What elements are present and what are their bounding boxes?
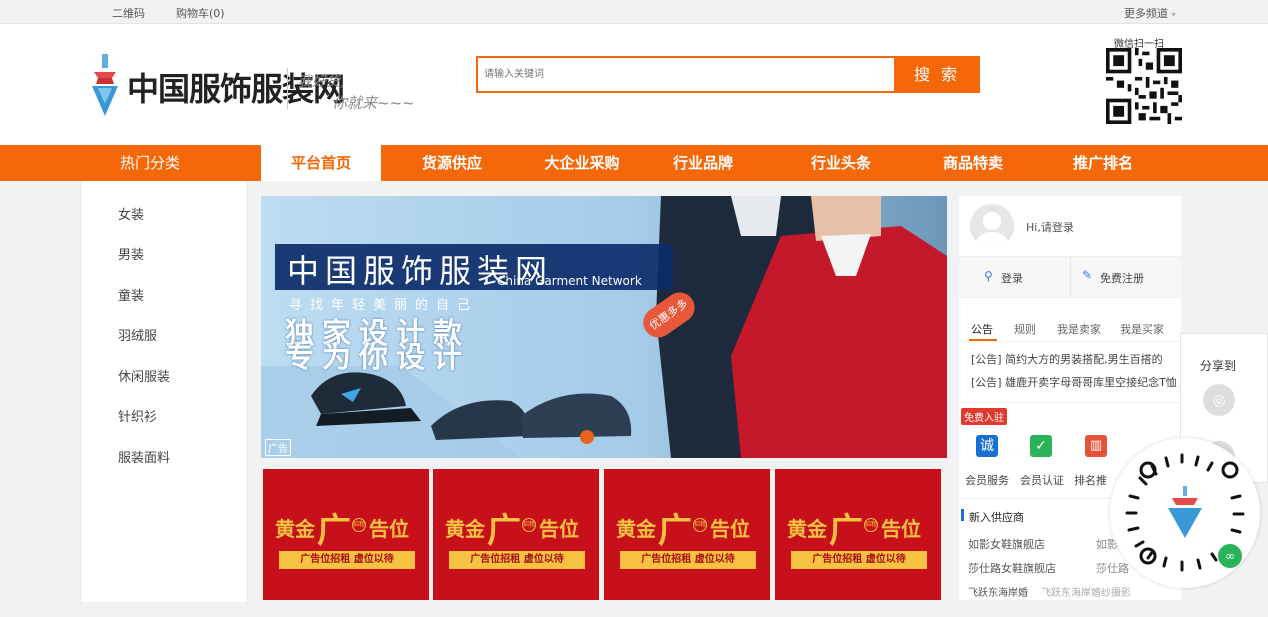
ad-slot[interactable]: 黄金 广 招租 告位 广告位招租 虚位以待	[263, 469, 429, 600]
ad-title-left: 黄金	[445, 517, 485, 541]
nav-industry-brand[interactable]: 行业品牌	[651, 145, 755, 181]
notice-item[interactable]: [公告] 简约大方的男装搭配,男生百搭的	[971, 351, 1177, 367]
main-nav: 热门分类 平台首页 货源供应 大企业采购 行业品牌 行业头条 商品特卖 推广排名	[0, 145, 1268, 181]
hot-category[interactable]: 热门分类	[82, 145, 218, 181]
category-item[interactable]: 服装面料	[118, 447, 170, 466]
ad-title-left: 黄金	[616, 517, 656, 541]
banner-promo-2: 专为你设计	[285, 340, 471, 374]
chevron-down-icon: ▾	[1171, 10, 1176, 19]
category-item[interactable]: 针织衫	[118, 406, 157, 425]
share-title: 分享到	[1200, 359, 1237, 373]
search-button[interactable]: 搜 索	[894, 56, 980, 93]
tab-seller[interactable]: 我是卖家	[1057, 321, 1101, 337]
notice-item[interactable]: [公告] 雄鹿开卖字母哥哥库里空接纪念T恤	[971, 374, 1177, 390]
category-item[interactable]: 男装	[118, 244, 144, 263]
nav-supply[interactable]: 货源供应	[392, 145, 512, 181]
member-service-label[interactable]: 会员服务	[965, 472, 1009, 488]
login-label: 登录	[1001, 272, 1023, 285]
mini-program-code-graphic: ∞	[1125, 453, 1245, 572]
search-box	[476, 56, 896, 93]
ad-label: 广告	[265, 439, 291, 456]
mini-program-qr-code: ∞	[1110, 438, 1260, 588]
slogan-line-2: 你就来~~~	[332, 94, 415, 112]
tab-buyer[interactable]: 我是买家	[1120, 321, 1164, 337]
login-button[interactable]: ⚲ 登录	[959, 257, 1070, 297]
register-label: 免费注册	[1100, 272, 1144, 285]
free-join-badge[interactable]: 免费入驻	[961, 408, 1007, 425]
ad-circle: 招租	[522, 518, 536, 532]
tab-rules[interactable]: 规则	[1014, 321, 1036, 337]
member-service-icon[interactable]: 诚	[976, 435, 998, 457]
weibo-icon[interactable]: ◎	[1203, 384, 1235, 416]
category-item[interactable]: 休闲服装	[118, 366, 170, 385]
ad-title-mid: 广	[829, 511, 863, 551]
ad-title-right: 告位	[539, 517, 579, 541]
ad-subtitle: 广告位招租 虚位以待	[279, 551, 415, 569]
nav-special-sale[interactable]: 商品特卖	[918, 145, 1028, 181]
login-greeting[interactable]: Hi,请登录	[1026, 219, 1074, 235]
ad-title-mid: 广	[317, 511, 351, 551]
supplier-link[interactable]: 飞跃东海岸婚	[968, 584, 1028, 599]
nav-promotion-rank[interactable]: 推广排名	[1048, 145, 1158, 181]
header: 中国服饰服装网 我好货, 你就来~~~ 搜 索 微信扫一扫	[0, 24, 1268, 145]
ad-subtitle: 广告位招租 虚位以待	[791, 551, 927, 569]
new-suppliers-title: 新入供应商	[969, 511, 1024, 524]
ad-slot[interactable]: 黄金 广 招租 告位 广告位招租 虚位以待	[604, 469, 770, 600]
more-channels-link[interactable]: 更多频道 ▾	[1124, 5, 1176, 21]
ad-slot[interactable]: 黄金 广 招租 告位 广告位招租 虚位以待	[433, 469, 599, 600]
logo-divider	[287, 68, 288, 110]
nav-enterprise-purchase[interactable]: 大企业采购	[522, 145, 642, 181]
ad-subtitle: 广告位招租 虚位以待	[449, 551, 585, 569]
more-channels-label: 更多频道	[1124, 7, 1168, 20]
ad-title-left: 黄金	[787, 517, 827, 541]
search-input[interactable]	[478, 58, 894, 91]
ad-title-right: 告位	[881, 517, 921, 541]
supplier-link[interactable]: 如影女鞋旗舰店	[968, 536, 1045, 552]
member-verify-label[interactable]: 会员认证	[1020, 472, 1064, 488]
ad-subtitle: 广告位招租 虚位以待	[620, 551, 756, 569]
ad-title-left: 黄金	[275, 517, 315, 541]
ad-slot[interactable]: 黄金 广 招租 告位 广告位招租 虚位以待	[775, 469, 941, 600]
avatar[interactable]	[970, 204, 1014, 248]
nav-industry-news[interactable]: 行业头条	[786, 145, 896, 181]
ad-circle: 招租	[352, 518, 366, 532]
pencil-icon: ✎	[1082, 268, 1093, 282]
qrcode-link[interactable]: 二维码	[112, 5, 145, 21]
ad-title-mid: 广	[487, 511, 521, 551]
ranking-icon[interactable]: ▥	[1085, 435, 1107, 457]
supplier-link[interactable]: 莎仕路女鞋旗舰店	[968, 560, 1056, 576]
register-button[interactable]: ✎ 免费注册	[1070, 257, 1181, 297]
ad-title-right: 告位	[369, 517, 409, 541]
ad-title-right: 告位	[710, 517, 750, 541]
cart-link[interactable]: 购物车(0)	[176, 5, 225, 21]
main-banner[interactable]: 中国服饰服装网 China Garment Network 寻找年轻美丽的自己 …	[261, 196, 947, 458]
ad-title-mid: 广	[658, 511, 692, 551]
top-bar: 二维码 购物车(0) 更多频道 ▾	[0, 0, 1268, 24]
wechat-qr-code	[1106, 48, 1182, 124]
tab-notice[interactable]: 公告	[971, 321, 993, 337]
slogan-line-1: 我好货,	[298, 74, 345, 90]
category-item[interactable]: 女装	[118, 204, 144, 223]
link-icon: ⚲	[984, 269, 993, 283]
member-verify-icon[interactable]: ✓	[1030, 435, 1052, 457]
ranking-label[interactable]: 排名推	[1074, 472, 1107, 488]
logo-icon[interactable]	[90, 54, 120, 116]
nav-home[interactable]: 平台首页	[261, 145, 381, 181]
category-sidebar: 女装 男装 童装 羽绒服 休闲服装 针织衫 服装面料	[82, 181, 246, 602]
ad-circle: 招租	[864, 518, 878, 532]
category-item[interactable]: 童装	[118, 285, 144, 304]
svg-text:∞: ∞	[1225, 549, 1235, 563]
ad-circle: 招租	[693, 518, 707, 532]
category-item[interactable]: 羽绒服	[118, 325, 157, 344]
banner-title-en: China Garment Network	[497, 274, 642, 288]
